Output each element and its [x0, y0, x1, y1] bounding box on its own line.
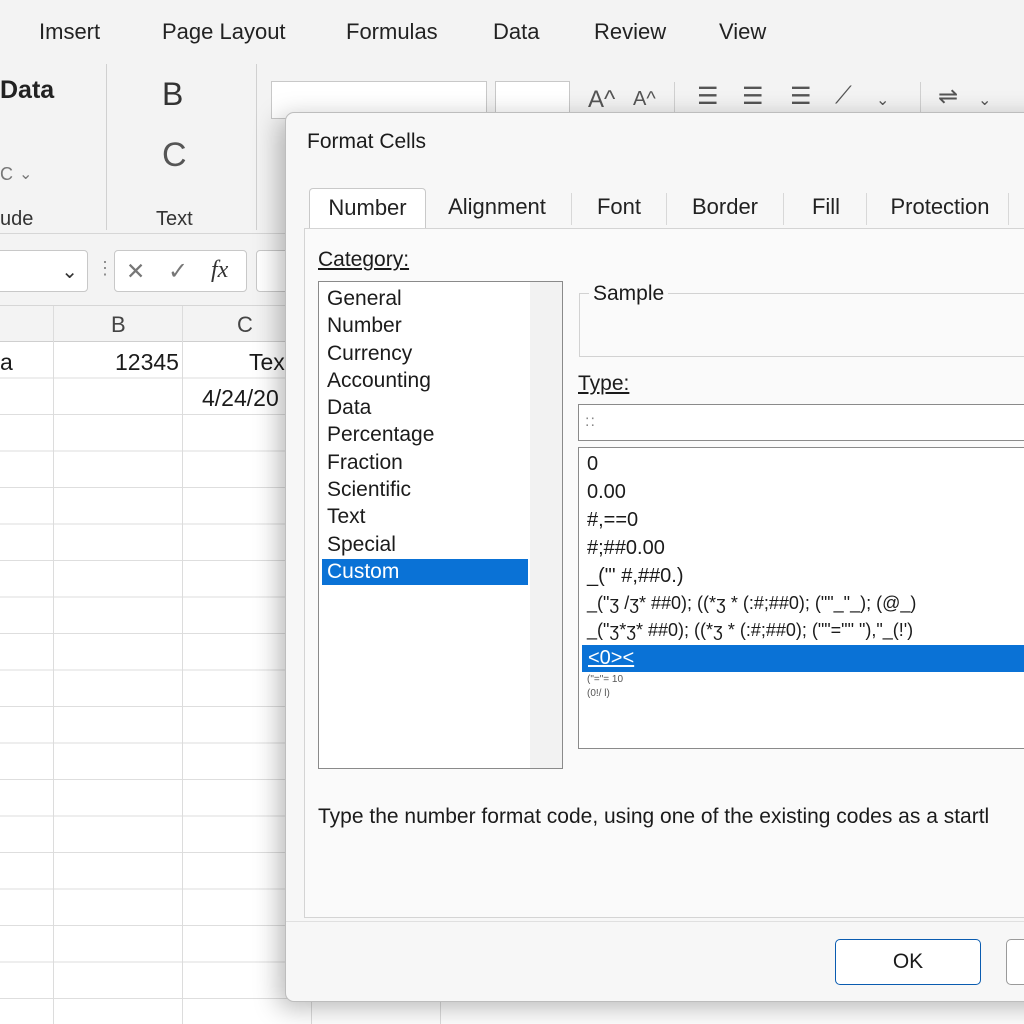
text-group-label: Text	[156, 208, 193, 230]
chevron-down-icon[interactable]: ⌄	[61, 259, 78, 284]
type-label: Type:	[578, 372, 630, 395]
cancel-button[interactable]	[1006, 939, 1024, 985]
format-code-item[interactable]: 0.00	[587, 481, 626, 504]
format-cells-dialog: Format Cells Number Alignment Font Borde…	[285, 112, 1024, 1002]
format-code-item-selected[interactable]: <0><	[582, 645, 1024, 672]
cancel-icon[interactable]: ✕	[126, 258, 145, 285]
column-divider	[53, 306, 54, 1024]
dialog-footer-divider	[286, 921, 1024, 922]
wrap-text-icon[interactable]: ⇌	[938, 82, 958, 111]
bold-button[interactable]: B	[162, 76, 183, 113]
column-header-c[interactable]: C	[237, 312, 253, 338]
tab-font[interactable]: Font	[578, 188, 660, 228]
data-group-label: ude	[0, 208, 34, 230]
format-code-list[interactable]: 0 0.00 #,==0 #;##0.00 _("' #,##0.) _("ʒ …	[578, 447, 1024, 749]
tab-page-layout[interactable]: Page Layout	[162, 19, 286, 45]
ribbon-separator	[256, 64, 257, 230]
category-currency[interactable]: Currency	[326, 341, 412, 367]
format-code-item[interactable]: #,==0	[587, 509, 638, 532]
tab-separator	[783, 193, 784, 225]
format-code-item[interactable]: (0!/ l)	[587, 688, 610, 699]
dialog-title: Format Cells	[307, 130, 427, 153]
tab-insert[interactable]: Imsert	[39, 19, 100, 45]
tab-border[interactable]: Border	[671, 188, 779, 228]
category-accounting[interactable]: Accounting	[326, 368, 431, 394]
category-general[interactable]: General	[326, 286, 402, 312]
cell-c1[interactable]: Tex	[249, 349, 285, 376]
tab-protection[interactable]: Protection	[871, 188, 1009, 228]
decrease-font-size-icon[interactable]: A^	[633, 88, 656, 111]
category-label: Category:	[318, 248, 410, 271]
increase-font-size-icon[interactable]: A^	[588, 86, 615, 114]
align-bottom-icon[interactable]: ☰	[790, 82, 812, 111]
category-data[interactable]: Data	[326, 395, 371, 421]
column-divider	[182, 306, 183, 1024]
category-list-scrollbar[interactable]	[530, 282, 562, 768]
tab-alignment[interactable]: Alignment	[431, 188, 563, 228]
category-custom[interactable]: Custom	[322, 559, 528, 585]
align-middle-icon[interactable]: ☰	[742, 82, 764, 111]
align-top-icon[interactable]: ☰	[697, 82, 719, 111]
chevron-down-icon[interactable]: ⌄	[876, 90, 889, 110]
tab-view[interactable]: View	[719, 19, 766, 45]
tab-separator	[571, 193, 572, 225]
category-list[interactable]: General Number Currency Accounting Data …	[318, 281, 563, 769]
ribbon-separator	[106, 64, 107, 230]
text-group-glyph[interactable]: C	[162, 136, 187, 175]
category-percentage[interactable]: Percentage	[326, 422, 434, 448]
orientation-icon[interactable]: ⟋	[835, 82, 852, 110]
category-fraction[interactable]: Fraction	[326, 450, 403, 476]
format-code-item[interactable]: 0	[587, 453, 598, 476]
formula-buttons: ✕ ✓ fx	[114, 250, 247, 292]
type-input-value: ::	[585, 413, 596, 430]
data-group-button[interactable]: Data	[0, 76, 54, 105]
chevron-down-icon[interactable]: ⌄	[978, 90, 991, 110]
function-icon[interactable]: fx	[211, 257, 228, 284]
drag-handle-icon[interactable]: ⋮	[96, 258, 114, 279]
type-input[interactable]: ::	[578, 404, 1024, 441]
category-text[interactable]: Text	[326, 504, 366, 530]
enter-icon[interactable]: ✓	[168, 257, 188, 286]
tab-data[interactable]: Data	[493, 19, 539, 45]
tab-review[interactable]: Review	[594, 19, 666, 45]
tab-fill[interactable]: Fill	[788, 188, 864, 228]
format-code-item[interactable]: #;##0.00	[587, 537, 665, 560]
ok-button[interactable]: OK	[835, 939, 981, 985]
format-code-item[interactable]: _("ʒ /ʒ* ##0); ((*ʒ * (:#;##0); (""_"_);…	[587, 593, 916, 614]
category-special[interactable]: Special	[326, 532, 396, 558]
tab-separator	[866, 193, 867, 225]
column-header-b[interactable]: B	[111, 312, 126, 338]
format-hint-text: Type the number format code, using one o…	[318, 805, 990, 828]
tab-number[interactable]: Number	[309, 188, 426, 230]
sample-label: Sample	[589, 282, 669, 306]
cell-a1[interactable]: a	[0, 349, 13, 376]
name-box[interactable]: ⌄	[0, 250, 88, 292]
format-code-item[interactable]: _("ʒ*ʒ* ##0); ((*ʒ * (:#;##0); (""="" ")…	[587, 620, 913, 641]
ribbon-tab-bar: Imsert Page Layout Formulas Data Review …	[0, 0, 1024, 64]
category-number[interactable]: Number	[326, 313, 402, 339]
data-group-small-glyph: C	[0, 164, 13, 184]
tab-formulas[interactable]: Formulas	[346, 19, 438, 45]
tab-separator	[1008, 193, 1009, 225]
tab-separator	[666, 193, 667, 225]
cell-c2[interactable]: 4/24/20	[202, 385, 279, 412]
format-code-item[interactable]: _("' #,##0.)	[587, 565, 684, 588]
category-scientific[interactable]: Scientific	[326, 477, 411, 503]
chevron-down-icon[interactable]: ⌄	[19, 164, 32, 184]
cell-b1[interactable]: 12345	[115, 349, 179, 376]
format-code-item[interactable]: ("="= 10	[587, 674, 623, 685]
